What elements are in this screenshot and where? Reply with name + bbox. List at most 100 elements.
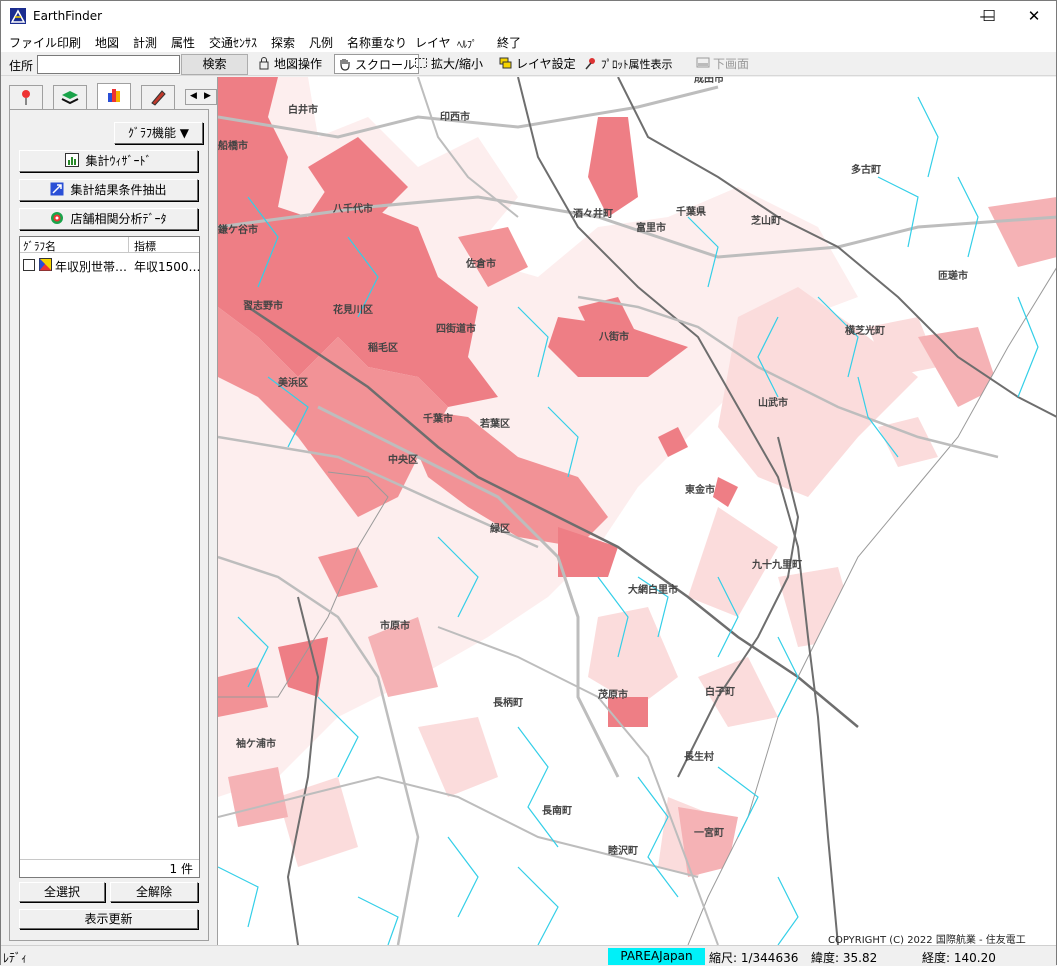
map-copyright: COPYRIGHT (C) 2022 国際航業 - 住友電工 [828,933,1026,945]
column-indicator[interactable]: 指標 [134,238,156,254]
label-shiroi: 白井市 [288,103,318,116]
address-label: 住所 [9,59,34,73]
label-tako: 多古町 [851,163,881,176]
label-yachiyo: 八千代市 [332,202,373,215]
label-inage: 稲毛区 [368,341,398,354]
map-operation-tool[interactable]: 地図操作 [254,54,325,74]
status-ready: ﾚﾃﾞｨ [3,951,28,965]
side-tabs: ◀ ▶ [9,83,217,110]
label-nagara: 長柄町 [493,696,523,709]
status-bar: ﾚﾃﾞｨ PAREAJapan 縮尺: 1/344636 緯度: 35.82 経… [1,945,1056,966]
menu-help[interactable]: ﾍﾙﾌﾟ [457,36,477,51]
label-sodegaura: 袖ケ浦市 [235,737,276,750]
zoom-tool[interactable]: 拡大/縮小 [411,54,486,74]
menu-search[interactable]: 探索 [271,34,295,51]
dashed-rect-icon [414,56,428,70]
tab-edit[interactable] [141,85,175,109]
menu-name-overlap[interactable]: 名称重なり [347,34,407,51]
deselect-all-button[interactable]: 全解除 [110,882,198,902]
menu-traffic-census[interactable]: 交通ｾﾝｻｽ [209,34,257,51]
label-ichihara: 市原市 [380,619,410,632]
screen-icon [696,56,710,70]
label-mutsuzawa: 睦沢町 [608,844,638,857]
label-inzai: 印西市 [440,110,470,123]
select-all-button[interactable]: 全選択 [19,882,105,902]
refresh-display-button[interactable]: 表示更新 [19,909,198,929]
row-checkbox[interactable] [23,259,35,271]
label-shibayama: 芝山町 [751,214,781,227]
close-button[interactable]: ✕ [1011,1,1057,31]
label-sammu: 山武市 [758,396,788,409]
label-hanamigawa: 花見川区 [333,303,373,316]
label-shisui: 酒々井町 [573,207,613,220]
menu-attribute[interactable]: 属性 [171,34,195,51]
label-chonan: 長南町 [542,804,572,817]
status-latitude: 緯度: 35.82 [811,951,878,965]
label-yachimata: 八街市 [598,330,629,343]
maximize-button[interactable]: ☐ [966,1,1012,31]
plot-icon [584,56,598,70]
row-graph-name: 年収別世帯… [55,260,128,274]
label-narashino: 習志野市 [243,299,283,312]
label-togane: 東金市 [685,483,715,496]
menu-bar: ファイル 印刷 地図 計測 属性 交通ｾﾝｻｽ 探索 凡例 名称重なり レイヤ … [1,31,1056,52]
graph-list[interactable]: ｸﾞﾗﾌ名 指標 年収別世帯… 年収1500… 1 件 [19,236,201,878]
address-input[interactable] [37,55,180,74]
aggregate-wizard-button[interactable]: 集計ｳｨｻﾞｰﾄﾞ [19,150,198,172]
graph-function-dropdown[interactable]: ｸﾞﾗﾌ機能 ▼ [114,122,203,144]
tab-pin[interactable] [9,85,43,109]
list-item[interactable]: 年収別世帯… 年収1500… [20,256,201,274]
label-chuo: 中央区 [388,453,418,466]
tab-layers[interactable] [53,85,87,109]
menu-file[interactable]: ファイル [9,34,57,51]
title-bar: EarthFinder — ☐ ✕ [1,1,1056,31]
tab-scroll-arrows[interactable]: ◀ ▶ [185,89,217,105]
label-ichinomiya: 一宮町 [694,826,724,839]
map-view[interactable]: 成田市 白井市 印西市 八千代市 鎌ケ谷市 佐倉市 酒々井町 富里市 多古町 芝… [217,77,1056,945]
arrow-left-icon[interactable]: ◀ [190,91,197,101]
label-yokoshibahikari: 横芝光町 [845,324,885,337]
status-scale: 縮尺: 1/344636 [709,951,799,965]
label-chosei: 長生村 [684,750,714,763]
app-window: EarthFinder — ☐ ✕ ファイル 印刷 地図 計測 属性 交通ｾﾝｻ… [0,0,1057,966]
scroll-tool[interactable]: スクロール [334,54,420,74]
label-kujukuri: 九十九里町 [751,558,802,571]
label-tomisato: 富里市 [636,221,666,234]
map-canvas[interactable]: 成田市 白井市 印西市 八千代市 鎌ケ谷市 佐倉市 酒々井町 富里市 多古町 芝… [218,77,1056,945]
menu-print[interactable]: 印刷 [57,34,81,51]
label-kamagaya: 鎌ケ谷市 [218,223,258,236]
menu-exit[interactable]: 終了 [497,34,521,51]
label-mobara: 茂原市 [598,688,628,701]
status-longitude: 経度: 140.20 [922,951,996,965]
tab-graph[interactable] [97,83,131,110]
extract-results-button[interactable]: 集計結果条件抽出 [19,179,198,201]
label-narita: 成田市 [694,77,724,85]
layers-icon [499,56,513,70]
graph-tab-body: ｸﾞﾗﾌ機能 ▼ 集計ｳｨｻﾞｰﾄﾞ 集計結果条件抽出 店舗相関分析ﾃﾞｰﾀ ｸ… [9,109,209,941]
bar-chart-icon [98,89,130,109]
menu-layer[interactable]: レイヤ [415,34,451,51]
plot-attribute-tool[interactable]: ﾌﾟﾛｯﾄ属性表示 [581,54,676,74]
label-chiba-ken: 千葉県 [676,205,706,218]
lock-icon [257,56,271,70]
label-wakaba: 若葉区 [479,417,510,430]
menu-legend[interactable]: 凡例 [309,34,333,51]
search-button[interactable]: 検索 [181,54,248,75]
label-chiba: 千葉市 [423,412,453,425]
toolbar: 住所 検索 地図操作 スクロール 拡大/縮小 レイヤ設定 ﾌﾟﾛｯﾄ属性表示 下… [1,52,1056,76]
label-yotsukaido: 四街道市 [436,322,476,335]
label-shirako: 白子町 [705,685,735,698]
label-sosa: 匝瑳市 [938,269,968,282]
column-graph-name[interactable]: ｸﾞﾗﾌ名 [23,238,56,254]
lower-screen-tool[interactable]: 下画面 [693,54,752,74]
window-title: EarthFinder [33,9,103,23]
menu-measure[interactable]: 計測 [133,34,157,51]
layer-settings-tool[interactable]: レイヤ設定 [496,54,579,74]
chart-icon [65,153,80,167]
arrow-right-icon[interactable]: ▶ [204,91,211,101]
store-correlation-button[interactable]: 店舗相関分析ﾃﾞｰﾀ [19,208,198,230]
extract-icon [50,182,64,196]
hand-icon [338,57,352,71]
row-indicator: 年収1500… [134,260,201,274]
menu-map[interactable]: 地図 [95,34,119,51]
